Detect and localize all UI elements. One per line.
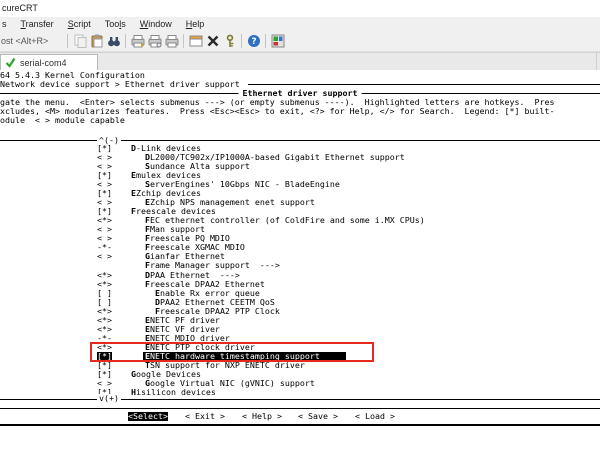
- toolbar-separator: [183, 34, 184, 48]
- menu-item[interactable]: < >ServerEngines' 10Gbps NIC - BladeEngi…: [0, 180, 600, 189]
- svg-text:?: ?: [251, 37, 256, 47]
- menu-s[interactable]: s: [0, 19, 14, 29]
- dialog-bottom-border: [0, 424, 600, 426]
- connect-host-hint[interactable]: ost <Alt+R>: [0, 36, 64, 46]
- list-bottom-border: [0, 399, 600, 400]
- help-icon[interactable]: ?: [245, 33, 262, 50]
- session-options-icon[interactable]: [204, 33, 221, 50]
- breadcrumb: Network device support > Ethernet driver…: [0, 80, 240, 89]
- scroll-up-indicator: ^(-): [97, 136, 121, 145]
- toolbar: ost <Alt+R> ?: [0, 31, 600, 52]
- menu-item[interactable]: < >DL2000/TC902x/IP1000A-based Gigabit E…: [0, 153, 600, 162]
- menu-item-label: Hisilicon devices: [131, 388, 216, 397]
- button-exit[interactable]: < Exit >: [185, 412, 225, 421]
- menu-item[interactable]: < >Freescale PQ MDIO: [0, 234, 600, 243]
- menu-item[interactable]: [*]Hisilicon devices: [0, 388, 600, 397]
- menu-item[interactable]: Frame Manager support --->: [0, 261, 600, 270]
- menu-tools[interactable]: Tools: [98, 19, 133, 29]
- menu-item[interactable]: <*>ENETC PF driver: [0, 316, 600, 325]
- breadcrumb-rule: [248, 84, 600, 85]
- menu-item[interactable]: < >EZchip NPS management enet support: [0, 198, 600, 207]
- annotation-rectangle: [90, 342, 374, 362]
- menu-item[interactable]: [*]TSN support for NXP ENETC driver: [0, 361, 600, 370]
- button-separator: [0, 408, 600, 409]
- tab-bar: serial-com4: [0, 52, 600, 70]
- button-help[interactable]: < Help >: [242, 412, 282, 421]
- menu-window[interactable]: Window: [133, 19, 179, 29]
- menu-item[interactable]: [ ]Enable Rx error queue: [0, 289, 600, 298]
- menu-item[interactable]: < >Sundance Alta support: [0, 162, 600, 171]
- menu-item[interactable]: <*>DPAA Ethernet --->: [0, 271, 600, 280]
- menu-item[interactable]: <*>Freescale DPAA2 PTP Clock: [0, 307, 600, 316]
- menu-item[interactable]: -*-Freescale XGMAC MDIO: [0, 243, 600, 252]
- connected-check-icon: [5, 57, 16, 70]
- print-icon[interactable]: [163, 33, 180, 50]
- session-manager-icon[interactable]: [269, 33, 286, 50]
- menu-help[interactable]: Help: [179, 19, 212, 29]
- toolbar-separator: [125, 34, 126, 48]
- button-save[interactable]: < Save >: [298, 412, 338, 421]
- button-load[interactable]: < Load >: [355, 412, 395, 421]
- toolbar-separator: [241, 34, 242, 48]
- copy-icon[interactable]: [71, 33, 88, 50]
- paste-icon[interactable]: [88, 33, 105, 50]
- menu-item-state: < >: [97, 252, 112, 261]
- menu-item[interactable]: <*>Freescale DPAA2 Ethernet: [0, 280, 600, 289]
- toolbar-separator: [67, 34, 68, 48]
- find-icon[interactable]: [105, 33, 122, 50]
- print-preview-icon[interactable]: [129, 33, 146, 50]
- menu-item[interactable]: < >Google Virtual NIC (gVNIC) support: [0, 379, 600, 388]
- scroll-down-indicator: v(+): [97, 394, 121, 403]
- list-top-border: [0, 140, 600, 141]
- key-icon[interactable]: [221, 33, 238, 50]
- print-setup-icon[interactable]: [146, 33, 163, 50]
- button-row: <Select> < Exit > < Help > < Save > < Load >: [0, 412, 600, 421]
- menu-bar: sTransferScriptToolsWindowHelp: [0, 17, 600, 31]
- properties-icon[interactable]: [187, 33, 204, 50]
- menu-transfer[interactable]: Transfer: [14, 19, 61, 29]
- help-line-3: odule < > module capable: [0, 116, 125, 125]
- menu-item[interactable]: [ ]DPAA2 Ethernet CEETM QoS: [0, 298, 600, 307]
- menu-script[interactable]: Script: [61, 19, 98, 29]
- tab-label: serial-com4: [20, 58, 67, 68]
- menu-item[interactable]: <*>ENETC VF driver: [0, 325, 600, 334]
- button-select[interactable]: <Select>: [128, 412, 168, 421]
- menu-item[interactable]: <*>FEC ethernet controller (of ColdFire …: [0, 216, 600, 225]
- tab-serial-com4[interactable]: serial-com4: [0, 54, 98, 71]
- toolbar-separator: [265, 34, 266, 48]
- securecrt-window: cureCRT sTransferScriptToolsWindowHelp o…: [0, 0, 600, 450]
- window-title: cureCRT: [0, 0, 600, 17]
- menu-item[interactable]: < >FMan support: [0, 225, 600, 234]
- terminal[interactable]: 64 5.4.3 Kernel Configuration Network de…: [0, 70, 600, 450]
- dialog-title: Ethernet driver support: [239, 89, 362, 98]
- menu-item[interactable]: < >Gianfar Ethernet: [0, 252, 600, 261]
